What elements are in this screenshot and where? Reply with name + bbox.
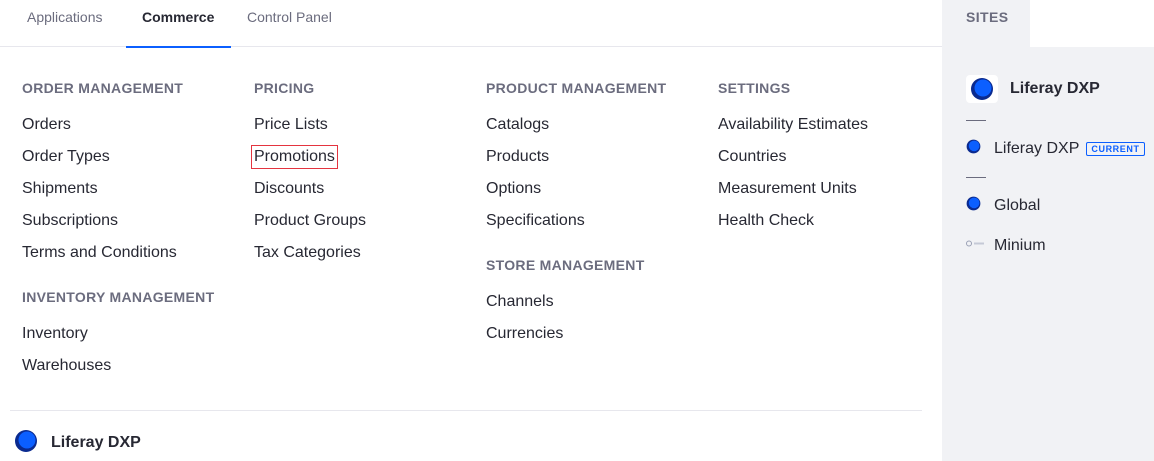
menu-item-products[interactable]: Products [486, 147, 716, 179]
current-badge: CURRENT [1086, 142, 1145, 156]
footer-site[interactable]: Liferay DXP [14, 429, 141, 458]
section-title-store-management: STORE MANAGEMENT [486, 257, 645, 273]
footer-divider [10, 410, 922, 411]
menu-item-warehouses[interactable]: Warehouses [22, 356, 252, 388]
liferay-logo-icon [966, 139, 981, 159]
site-name: Liferay DXP [994, 140, 1080, 157]
site-item-liferay-dxp[interactable]: Liferay DXP CURRENT [966, 139, 1145, 159]
sites-separator [966, 120, 986, 121]
tab-sites[interactable]: SITES [942, 0, 1030, 47]
menu-item-specifications[interactable]: Specifications [486, 211, 716, 243]
section-title-pricing: PRICING [254, 80, 315, 96]
site-item-minium[interactable]: Minium [966, 236, 1046, 256]
liferay-logo-icon [14, 429, 38, 458]
tab-control-panel[interactable]: Control Panel [247, 0, 332, 47]
sites-separator [966, 177, 986, 178]
menu-item-product-groups[interactable]: Product Groups [254, 211, 484, 243]
current-site-name: Liferay DXP [1010, 80, 1100, 97]
site-item-global[interactable]: Global [966, 196, 1040, 216]
menu-item-orders[interactable]: Orders [22, 115, 252, 147]
sites-tab-spacer [1030, 0, 1154, 47]
section-title-order-management: ORDER MANAGEMENT [22, 80, 184, 96]
menu-item-measurement-units[interactable]: Measurement Units [718, 179, 948, 211]
menu-item-tax-categories[interactable]: Tax Categories [254, 243, 484, 275]
menu-item-order-types[interactable]: Order Types [22, 147, 252, 179]
menu-item-shipments[interactable]: Shipments [22, 179, 252, 211]
menu-item-price-lists[interactable]: Price Lists [254, 115, 484, 147]
app-tabs: Applications Commerce Control Panel [0, 0, 942, 48]
menu-item-subscriptions[interactable]: Subscriptions [22, 211, 252, 243]
liferay-logo-icon [966, 196, 981, 216]
commerce-menu-panel: Applications Commerce Control Panel ORDE… [0, 0, 942, 461]
menu-item-inventory[interactable]: Inventory [22, 324, 252, 356]
column-settings: SETTINGS Availability Estimates Countrie… [718, 78, 948, 243]
menu-item-health-check[interactable]: Health Check [718, 211, 948, 243]
footer-site-name: Liferay DXP [51, 434, 141, 451]
menu-item-currencies[interactable]: Currencies [486, 324, 716, 356]
tab-commerce[interactable]: Commerce [126, 0, 231, 48]
column-product-store: PRODUCT MANAGEMENT Catalogs Products Opt… [486, 78, 716, 356]
menu-item-countries[interactable]: Countries [718, 147, 948, 179]
section-title-settings: SETTINGS [718, 80, 791, 96]
menu-item-catalogs[interactable]: Catalogs [486, 115, 716, 147]
current-site-header[interactable]: Liferay DXP [966, 75, 1100, 103]
site-name: Minium [994, 237, 1046, 254]
menu-item-channels[interactable]: Channels [486, 292, 716, 324]
column-pricing: PRICING Price Lists Promotions Discounts… [251, 78, 484, 275]
liferay-logo-icon [966, 75, 998, 103]
site-name: Global [994, 197, 1041, 214]
menu-item-availability-estimates[interactable]: Availability Estimates [718, 115, 948, 147]
minium-logo-icon [966, 236, 986, 256]
section-title-inventory-management: INVENTORY MANAGEMENT [22, 289, 215, 305]
menu-item-terms-and-conditions[interactable]: Terms and Conditions [22, 243, 252, 275]
menu-item-discounts[interactable]: Discounts [254, 179, 484, 211]
menu-item-promotions[interactable]: Promotions [251, 145, 484, 179]
column-order-inventory: ORDER MANAGEMENT Orders Order Types Ship… [22, 78, 252, 388]
sites-sidebar: SITES Liferay DXP Liferay DXP CURRENT Gl… [942, 0, 1154, 461]
tab-applications[interactable]: Applications [27, 0, 103, 47]
menu-item-options[interactable]: Options [486, 179, 716, 211]
section-title-product-management: PRODUCT MANAGEMENT [486, 80, 667, 96]
